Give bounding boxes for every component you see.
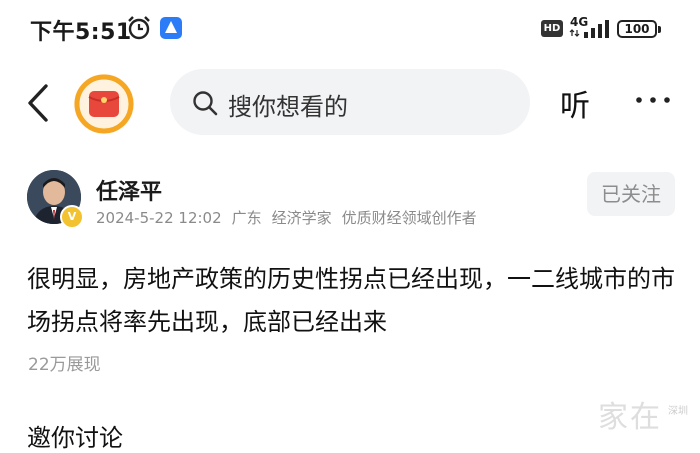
discussion-heading: 邀你讨论 [27, 424, 123, 452]
status-bar: 下午5:51 HD 4G 100 [0, 0, 700, 60]
alarm-clock-icon [128, 16, 150, 40]
red-packet-icon[interactable] [72, 72, 136, 136]
battery-icon: 100 [617, 20, 661, 38]
status-time: 下午5:51 [30, 20, 132, 45]
hd-badge: HD [541, 20, 563, 37]
back-arrow-icon[interactable] [22, 82, 58, 124]
author-name[interactable]: 任泽平 [96, 174, 162, 206]
search-placeholder: 搜你想看的 [228, 93, 348, 121]
author-tag: 优质财经领域创作者 [341, 209, 477, 227]
more-options-icon[interactable] [634, 90, 672, 110]
verified-badge: V [60, 205, 84, 229]
view-count: 22万展现 [28, 355, 101, 375]
network-type: 4G [570, 15, 589, 29]
app-notification-icon [160, 17, 182, 39]
search-bar[interactable]: 搜你想看的 [170, 69, 530, 135]
author-meta: 2024-5-22 12:02 广东 经济学家 优质财经领域创作者 [96, 207, 487, 228]
search-icon [193, 91, 218, 116]
followed-button[interactable]: 已关注 [587, 172, 675, 216]
post-text: 很明显，房地产政策的历史性拐点已经出现，一二线城市的市场拐点将率先出现，底部已经… [27, 265, 675, 336]
listen-button[interactable]: 听 [560, 81, 590, 125]
author-title: 经济学家 [271, 209, 332, 227]
post-location: 广东 [231, 209, 262, 227]
watermark-logo: 家在 [598, 400, 662, 435]
watermark-sub: 深圳 [668, 406, 688, 417]
post-date: 2024-5-22 12:02 [96, 209, 222, 227]
